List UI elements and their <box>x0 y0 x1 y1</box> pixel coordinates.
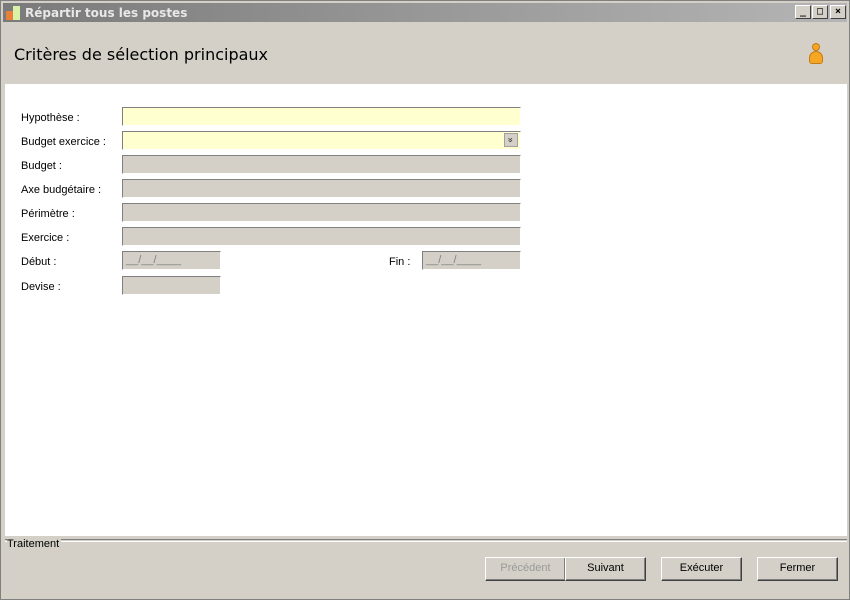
maximize-button[interactable]: □ <box>812 5 828 19</box>
hypothese-input[interactable] <box>122 107 521 126</box>
budget-exercice-label: Budget exercice : <box>21 136 106 148</box>
fin-date-field: __/__/____ <box>422 251 521 270</box>
traitement-group-label: Traitement <box>7 538 62 550</box>
devise-field <box>122 276 221 295</box>
budget-field <box>122 155 521 174</box>
close-button[interactable]: × <box>830 5 846 19</box>
chevron-down-icon[interactable]: » <box>504 133 518 147</box>
budget-label: Budget : <box>21 160 62 172</box>
hypothese-label: Hypothèse : <box>21 112 80 124</box>
previous-button[interactable]: Précédent <box>485 557 566 581</box>
debut-date-field: __/__/____ <box>122 251 221 270</box>
page-title: Critères de sélection principaux <box>14 45 269 64</box>
debut-label: Début : <box>21 256 57 268</box>
axe-budgetaire-field <box>122 179 521 198</box>
close-dialog-button[interactable]: Fermer <box>757 557 838 581</box>
axe-budgetaire-label: Axe budgétaire : <box>21 184 102 196</box>
execute-button[interactable]: Exécuter <box>661 557 742 581</box>
devise-label: Devise : <box>21 281 61 293</box>
footer-divider <box>5 539 847 542</box>
main-window: Répartir tous les postes _ □ × Critères … <box>0 0 850 600</box>
user-icon[interactable] <box>808 43 824 65</box>
app-icon <box>6 6 20 20</box>
header-panel: Critères de sélection principaux <box>5 23 847 83</box>
exercice-field <box>122 227 521 246</box>
fin-label: Fin : <box>389 256 411 268</box>
perimetre-label: Périmètre : <box>21 208 75 220</box>
exercice-label: Exercice : <box>21 232 70 244</box>
perimetre-field <box>122 203 521 222</box>
form-panel: Hypothèse : Budget exercice : » Budget :… <box>5 84 847 536</box>
minimize-button[interactable]: _ <box>795 5 811 19</box>
budget-exercice-select[interactable]: » <box>122 131 521 150</box>
next-button[interactable]: Suivant <box>565 557 646 581</box>
title-bar[interactable]: Répartir tous les postes _ □ × <box>3 3 847 22</box>
window-title: Répartir tous les postes <box>25 6 188 20</box>
